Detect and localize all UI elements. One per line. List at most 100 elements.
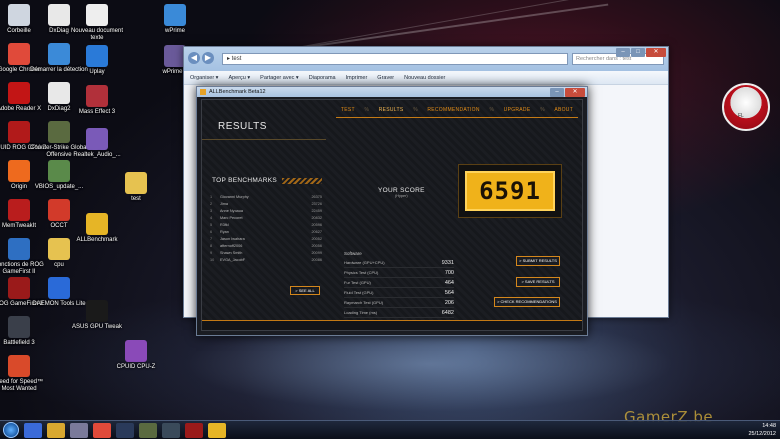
minimize-button[interactable]: –: [550, 88, 564, 97]
list-item: 6 Ryan 20627: [210, 228, 322, 235]
desktop-icon[interactable]: Mass Effect 3: [68, 85, 126, 116]
start-button[interactable]: [3, 422, 19, 438]
metric-name: Fur Test (GPU): [344, 280, 371, 285]
rank-number: 3: [210, 208, 213, 213]
player-name: Shawn Smith: [220, 250, 243, 255]
save-results-button[interactable]: > SAVE RESULTS: [516, 277, 560, 287]
app-icon: [48, 43, 70, 65]
taskbar-app-icon[interactable]: [208, 422, 226, 438]
desktop-icon-label: cpu: [54, 262, 64, 268]
metric-name: Fluid Test (GPU): [344, 290, 374, 295]
desktop-icon[interactable]: VBIOS_update_...: [30, 160, 88, 191]
app-icon: [8, 4, 30, 26]
see-all-button[interactable]: > SEE ALL: [290, 286, 320, 295]
toolbar-item[interactable]: Organiser ▾: [190, 75, 218, 81]
metric-value: 564: [444, 289, 454, 296]
check-recommendations-button[interactable]: > CHECK RECOMMENDATIONS: [494, 297, 560, 307]
player-score: 20052: [311, 236, 322, 241]
address-bar[interactable]: ▸ test: [222, 53, 568, 65]
app-icon: [8, 43, 30, 65]
rank-number: 2: [210, 201, 213, 206]
desktop-icon-label: ALLBenchmark: [76, 237, 118, 243]
score-display: 6591: [458, 164, 562, 218]
desktop-icon[interactable]: Uplay: [68, 45, 126, 76]
toolbar-item[interactable]: Partager avec ▾: [260, 75, 299, 81]
list-item: 3 Anne Nyoaua 22459: [210, 207, 322, 214]
player-name: EVGA_JacobF: [220, 257, 246, 262]
taskbar-app-icon[interactable]: [139, 422, 157, 438]
taskbar-app-icon[interactable]: [116, 422, 134, 438]
taskbar-apps: [19, 422, 226, 438]
app-icon: [48, 121, 70, 143]
app-icon: [164, 4, 186, 26]
tab-results[interactable]: RESULTS: [379, 107, 404, 113]
rank-number: 9: [210, 250, 213, 255]
desktop-icon[interactable]: Nouveau document texte: [68, 4, 126, 42]
score-panel: 6591: [465, 171, 555, 211]
app-icon: [86, 4, 108, 26]
close-button[interactable]: ✕: [646, 48, 666, 57]
results-header: [202, 100, 326, 140]
taskbar-app-icon[interactable]: [70, 422, 88, 438]
software-title: Software: [344, 251, 362, 256]
player-score: 22459: [311, 208, 322, 213]
desktop-icon[interactable]: Realtek_Audio_...: [68, 128, 126, 159]
decorative-stripe: [282, 178, 322, 184]
toolbar-item[interactable]: Aperçu ▾: [228, 75, 250, 81]
app-icon: [48, 160, 70, 182]
close-button[interactable]: ✕: [565, 88, 585, 97]
desktop-icon[interactable]: ALLBenchmark: [68, 213, 126, 244]
player-score: 20056: [311, 243, 322, 248]
app-icon: [86, 300, 108, 322]
player-score: 20596: [311, 222, 322, 227]
app-icon: [8, 238, 30, 260]
tab-about[interactable]: ABOUT: [554, 107, 573, 113]
taskbar-app-icon[interactable]: [185, 422, 203, 438]
app-widget[interactable]: FL: [722, 83, 770, 131]
metric-name: Loading Time (ms): [344, 310, 378, 315]
toolbar-item[interactable]: Diaporama: [309, 75, 336, 81]
desktop-icon-label: wPrime: [164, 28, 185, 34]
list-item: 7 Jason Iwahara 20052: [210, 235, 322, 242]
list-item: 1 Giovanni Murphy 26375: [210, 193, 322, 200]
tab-test[interactable]: TEST: [341, 107, 355, 113]
tab-upgrade[interactable]: UPGRADE: [504, 107, 531, 113]
player-name: afternoff2006: [220, 243, 243, 248]
player-name: Ryan: [220, 229, 229, 234]
minimize-button[interactable]: –: [616, 48, 630, 57]
nav-separator: %: [540, 106, 545, 113]
submit-results-button[interactable]: > SUBMIT RESULTS: [516, 256, 560, 266]
list-item: 10 EVGA_JacobF 20086: [210, 256, 322, 263]
desktop-icon[interactable]: test: [107, 172, 165, 203]
taskbar-app-icon[interactable]: [162, 422, 180, 438]
explorer-toolbar: Organiser ▾ Aperçu ▾ Partager avec ▾ Dia…: [184, 71, 668, 85]
taskbar-app-icon[interactable]: [24, 422, 42, 438]
toolbar-item[interactable]: Nouveau dossier: [404, 75, 445, 81]
your-score-title: YOUR SCORE: [378, 187, 425, 194]
explorer-window-buttons: – □ ✕: [616, 48, 666, 57]
maximize-button[interactable]: □: [631, 48, 645, 57]
rank-number: 7: [210, 236, 213, 241]
desktop-icon[interactable]: ASUS GPU Tweak: [68, 300, 126, 331]
desktop-icon[interactable]: wPrime: [146, 4, 204, 35]
toolbar-item[interactable]: Imprimer: [346, 75, 368, 81]
forward-icon[interactable]: ▶: [202, 52, 214, 64]
player-name: R3fkl: [220, 222, 229, 227]
app-icon: [48, 4, 70, 26]
metric-row: Physics Test (CPU) 700: [344, 268, 454, 278]
desktop-icon[interactable]: CPUID CPU-Z: [107, 340, 165, 371]
explorer-titlebar: ◀ ▶ ▸ test Rechercher dans : test: [184, 47, 668, 71]
app-icon: [48, 82, 70, 104]
toolbar-item[interactable]: Graver: [377, 75, 394, 81]
rank-number: 6: [210, 229, 213, 234]
desktop-icon[interactable]: Battlefield 3: [0, 316, 48, 347]
app-icon: [200, 89, 206, 95]
taskbar-app-icon[interactable]: [47, 422, 65, 438]
player-name: Anne Nyoaua: [220, 208, 244, 213]
taskbar-app-icon[interactable]: [93, 422, 111, 438]
metric-row: Hardware (GPU+CPU) 9331: [344, 258, 454, 268]
player-score: 26375: [311, 194, 322, 199]
desktop-icon[interactable]: Need for Speed™ Most Wanted: [0, 355, 48, 393]
tab-recommendation[interactable]: RECOMMENDATION: [427, 107, 479, 113]
back-icon[interactable]: ◀: [188, 52, 200, 64]
